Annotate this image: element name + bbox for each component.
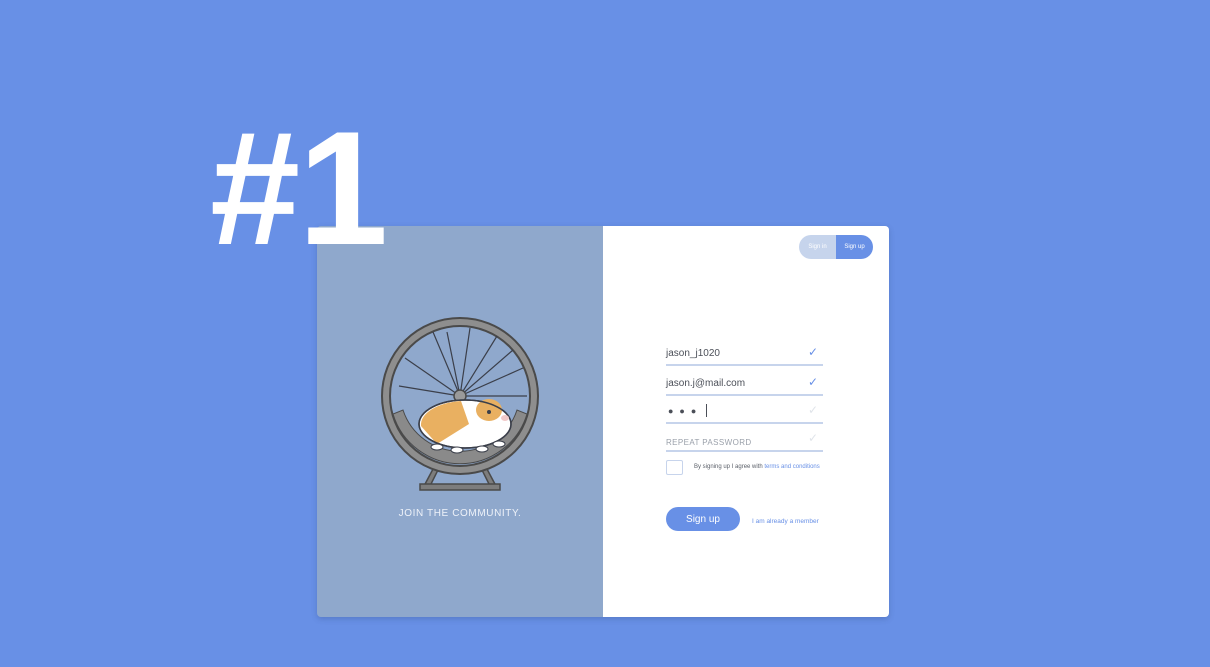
password-field[interactable]: ●●● ✓ xyxy=(666,404,823,424)
signup-form-panel: Sign in Sign up jason_j1020 ✓ jason.j@ma… xyxy=(603,226,889,617)
signup-card: JOIN THE COMMUNITY. Sign in Sign up jaso… xyxy=(317,226,889,617)
check-icon: ✓ xyxy=(807,403,818,417)
community-caption: JOIN THE COMMUNITY. xyxy=(398,508,522,519)
email-field[interactable]: jason.j@mail.com ✓ xyxy=(666,376,823,396)
terms-link[interactable]: terms and conditions xyxy=(764,464,819,470)
left-illustration-panel: JOIN THE COMMUNITY. xyxy=(317,226,603,617)
headline-number: #1 xyxy=(210,98,388,279)
terms-text: By signing up I agree with terms and con… xyxy=(694,464,820,470)
auth-mode-toggle: Sign in Sign up xyxy=(799,235,873,259)
username-value: jason_j1020 xyxy=(666,348,720,359)
hamster-wheel-guinea-pig-icon xyxy=(381,317,539,491)
check-icon: ✓ xyxy=(807,375,818,389)
sign-in-tab[interactable]: Sign in xyxy=(799,235,836,259)
repeat-password-field[interactable]: REPEAT PASSWORD ✓ xyxy=(666,432,823,452)
terms-prefix: By signing up I agree with xyxy=(694,464,763,470)
check-icon: ✓ xyxy=(807,345,818,359)
check-icon: ✓ xyxy=(807,431,818,445)
already-member-link[interactable]: I am already a member xyxy=(752,518,819,525)
password-mask: ●●● xyxy=(668,406,703,416)
terms-checkbox[interactable] xyxy=(666,460,683,475)
repeat-password-placeholder: REPEAT PASSWORD xyxy=(666,438,752,447)
sign-up-button[interactable]: Sign up xyxy=(666,507,740,531)
sign-up-tab[interactable]: Sign up xyxy=(836,235,873,259)
username-field[interactable]: jason_j1020 ✓ xyxy=(666,346,823,366)
email-value: jason.j@mail.com xyxy=(666,378,746,389)
text-cursor xyxy=(706,404,707,417)
